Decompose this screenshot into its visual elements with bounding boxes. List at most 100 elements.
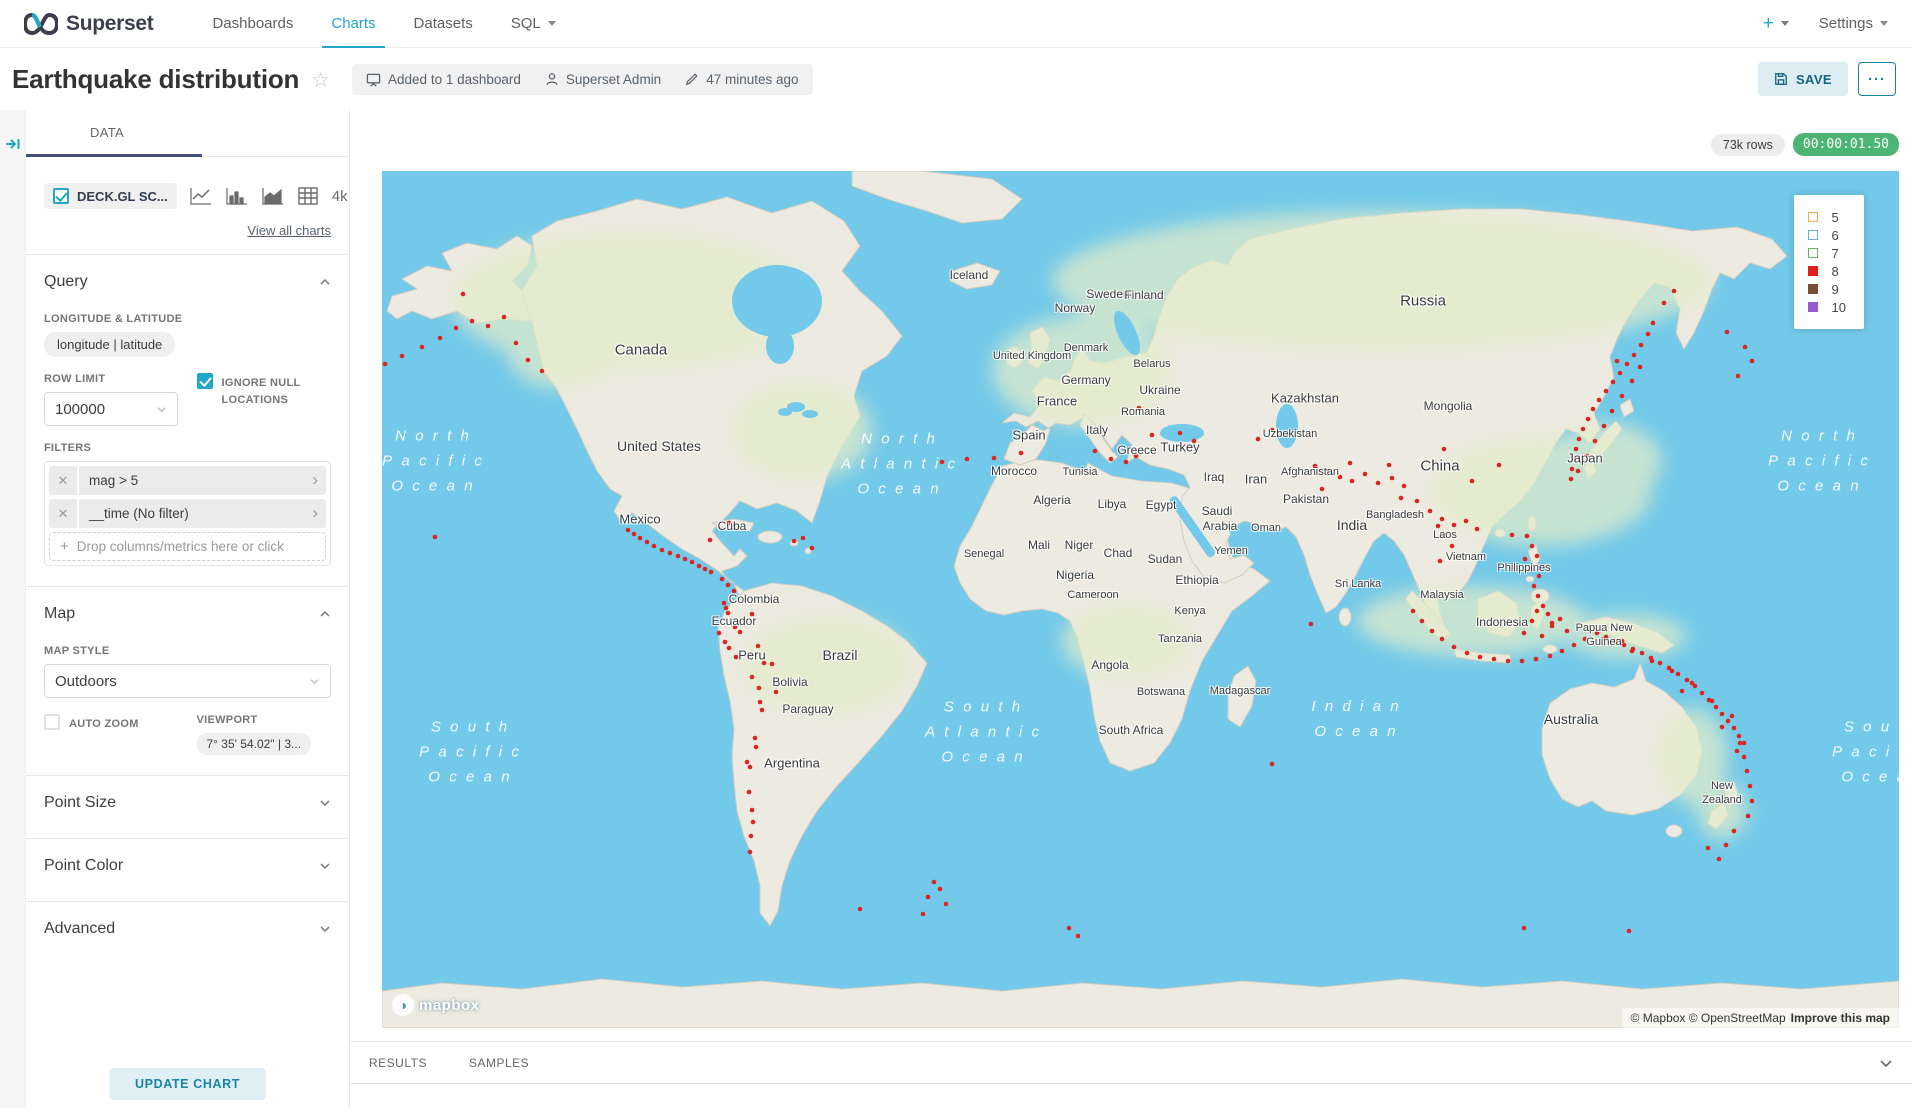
earthquake-dot xyxy=(1735,749,1740,754)
earthquake-dot xyxy=(753,736,758,741)
earthquake-dot xyxy=(727,521,732,526)
tab-results[interactable]: RESULTS xyxy=(369,1056,427,1070)
legend-item[interactable]: 5 xyxy=(1808,208,1846,226)
dashboards-meta[interactable]: Added to 1 dashboard xyxy=(366,72,521,87)
earthquake-dot xyxy=(1724,843,1729,848)
area-chart-icon[interactable] xyxy=(262,187,284,205)
auto-zoom-checkbox-row[interactable]: AUTO ZOOM xyxy=(44,714,179,733)
earthquake-dot xyxy=(454,326,459,331)
earthquake-dot xyxy=(1546,612,1551,617)
drop-columns-target[interactable]: +Drop columns/metrics here or click xyxy=(49,532,326,561)
ignore-null-checkbox[interactable] xyxy=(197,373,213,389)
section-query[interactable]: Query xyxy=(44,255,331,297)
earthquake-dot xyxy=(1540,564,1545,569)
earthquake-dot xyxy=(1560,649,1565,654)
earthquake-dot xyxy=(1536,594,1541,599)
earthquake-dot xyxy=(1565,629,1570,634)
earthquake-dot xyxy=(1700,691,1705,696)
nav-item-dashboards[interactable]: Dashboards xyxy=(193,0,312,48)
earthquake-dot xyxy=(1497,463,1502,468)
earthquake-dot xyxy=(750,612,755,617)
viewport-value-pill[interactable]: 7° 35' 54.02" | 3... xyxy=(197,733,312,755)
line-chart-icon[interactable] xyxy=(190,187,212,205)
earthquake-dot xyxy=(1714,705,1719,710)
chevron-down-icon xyxy=(548,21,556,26)
earthquake-dot xyxy=(1662,301,1667,306)
nav-item-datasets[interactable]: Datasets xyxy=(395,0,492,48)
earthquake-dot xyxy=(1417,512,1422,517)
remove-filter-icon[interactable]: ✕ xyxy=(49,466,79,495)
favorite-star-icon[interactable]: ☆ xyxy=(311,68,330,93)
legend-item[interactable]: 10 xyxy=(1808,298,1846,316)
earthquake-dot xyxy=(1530,619,1535,624)
owner-meta[interactable]: Superset Admin xyxy=(545,72,661,87)
earthquake-dot xyxy=(1067,926,1072,931)
earthquake-dot xyxy=(1438,559,1443,564)
map-canvas xyxy=(382,171,1899,1028)
save-button[interactable]: SAVE xyxy=(1758,62,1848,96)
collapse-results-icon[interactable] xyxy=(1878,1055,1894,1071)
legend-swatch xyxy=(1808,302,1818,312)
earthquake-dot xyxy=(1625,362,1630,367)
legend-item[interactable]: 9 xyxy=(1808,280,1846,298)
earthquake-dot xyxy=(1528,567,1533,572)
earthquake-dot xyxy=(1591,407,1596,412)
map-style-select[interactable]: Outdoors xyxy=(44,664,331,698)
legend-item[interactable]: 6 xyxy=(1808,226,1846,244)
legend-item[interactable]: 7 xyxy=(1808,244,1846,262)
tab-data[interactable]: DATA xyxy=(72,109,142,156)
earthquake-dot xyxy=(1137,406,1142,411)
earthquake-dot xyxy=(801,536,806,541)
viz-4k-option[interactable]: 4k xyxy=(332,188,348,205)
viz-type-selected[interactable]: DECK.GL SC... xyxy=(44,183,177,209)
new-item-button[interactable]: + xyxy=(1763,13,1789,35)
section-advanced[interactable]: Advanced xyxy=(44,902,331,944)
earthquake-dot xyxy=(1464,519,1469,524)
earthquake-dot xyxy=(734,655,739,660)
earthquake-dot xyxy=(1440,637,1445,642)
lonlat-value-pill[interactable]: longitude | latitude xyxy=(44,332,175,357)
earthquake-dot xyxy=(754,745,759,750)
world-map[interactable]: CanadaUnited StatesMexicoCubaColombiaEcu… xyxy=(382,171,1899,1028)
filter-pill[interactable]: ✕mag > 5› xyxy=(49,466,326,495)
nav-item-sql[interactable]: SQL xyxy=(492,0,575,48)
chevron-right-icon: › xyxy=(312,503,326,525)
earthquake-dot xyxy=(992,456,997,461)
remove-filter-icon[interactable]: ✕ xyxy=(49,499,79,528)
superset-infinity-icon xyxy=(24,13,58,35)
nav-item-charts[interactable]: Charts xyxy=(312,0,394,48)
view-all-charts-link[interactable]: View all charts xyxy=(44,223,331,238)
legend-item[interactable]: 8 xyxy=(1808,262,1846,280)
tab-samples[interactable]: SAMPLES xyxy=(469,1056,529,1070)
chart-container: 73k rows 00:00:01.50 xyxy=(350,110,1912,1108)
earthquake-dot xyxy=(1363,472,1368,477)
bar-chart-icon[interactable] xyxy=(226,187,248,205)
earthquake-dot xyxy=(1595,631,1600,636)
last-modified-meta[interactable]: 47 minutes ago xyxy=(685,72,798,87)
expand-panel-icon[interactable] xyxy=(5,136,21,152)
earthquake-dot xyxy=(938,887,943,892)
filter-pill[interactable]: ✕__time (No filter)› xyxy=(49,499,326,528)
section-map[interactable]: Map xyxy=(44,587,331,629)
earthquake-dot xyxy=(1320,487,1325,492)
viz-type-checkbox xyxy=(53,188,69,204)
ignore-null-checkbox-row[interactable]: IGNORE NULL LOCATIONS xyxy=(197,373,332,408)
mapbox-logo[interactable]: ◑ mapbox xyxy=(392,994,480,1016)
row-limit-select[interactable]: 100000 xyxy=(44,392,178,426)
improve-map-link[interactable]: Improve this map xyxy=(1791,1011,1890,1025)
superset-logo[interactable]: Superset xyxy=(24,12,153,36)
earthquake-dot xyxy=(932,880,937,885)
more-actions-button[interactable]: ··· xyxy=(1858,62,1896,96)
section-point-size[interactable]: Point Size xyxy=(44,776,331,818)
earthquake-dot xyxy=(1541,604,1546,609)
auto-zoom-checkbox[interactable] xyxy=(44,714,60,730)
table-icon[interactable] xyxy=(298,187,318,205)
section-point-color[interactable]: Point Color xyxy=(44,839,331,881)
earthquake-dot xyxy=(1270,762,1275,767)
update-chart-button[interactable]: UPDATE CHART xyxy=(109,1068,266,1100)
earthquake-dot xyxy=(1510,533,1515,538)
chart-header: Earthquake distribution ☆ Added to 1 das… xyxy=(0,48,1912,110)
settings-menu[interactable]: Settings xyxy=(1819,15,1888,32)
earthquake-dot xyxy=(1593,439,1598,444)
earthquake-dot xyxy=(1613,639,1618,644)
